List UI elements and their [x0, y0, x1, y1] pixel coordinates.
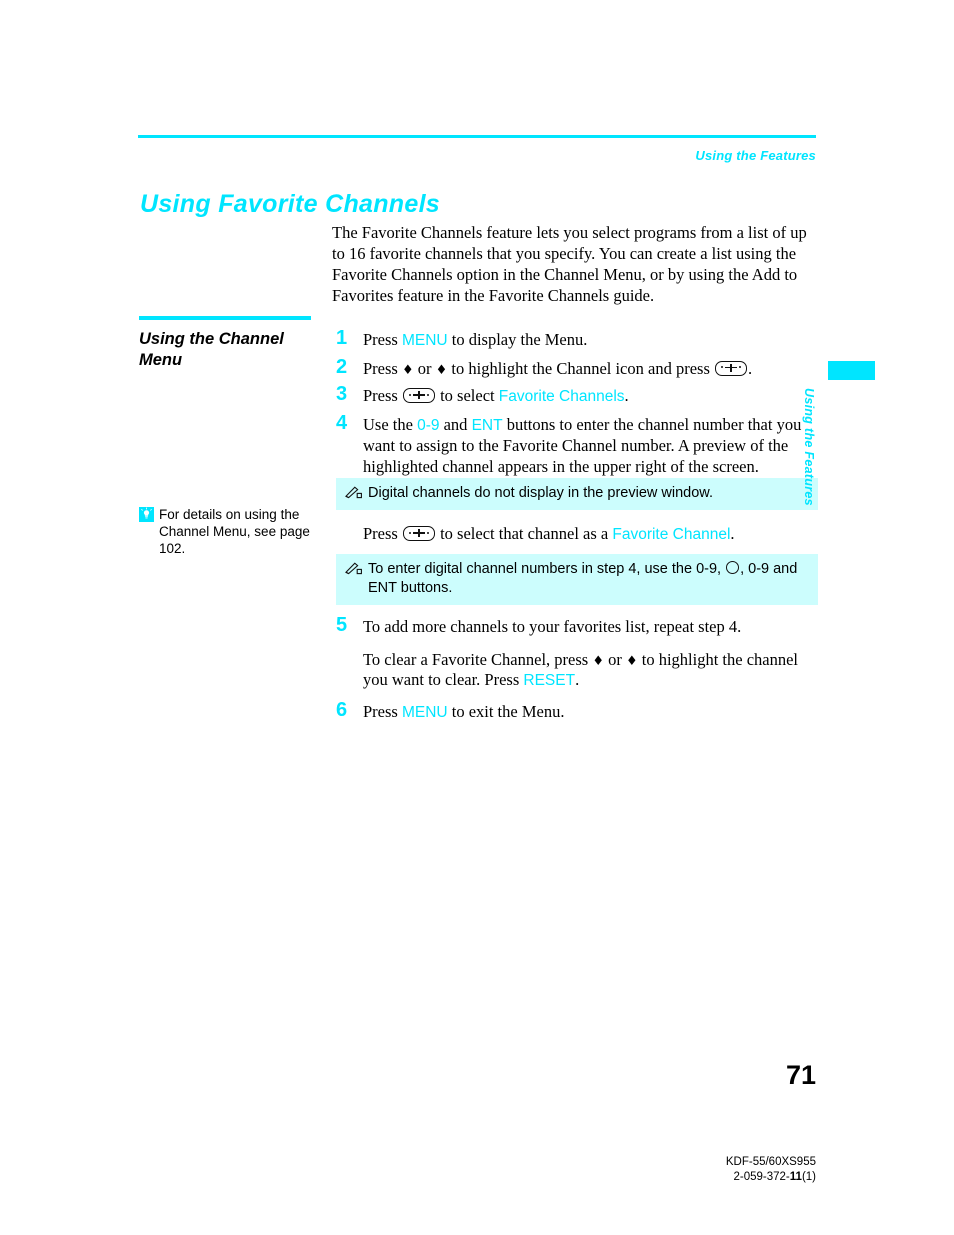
- midline-mid: to select that channel as a: [435, 524, 613, 543]
- running-head: Using the Features: [695, 148, 816, 163]
- step3-pre: Press: [363, 386, 402, 405]
- step-number: 6: [336, 698, 348, 721]
- model-number: KDF-55/60XS955: [725, 1156, 816, 1168]
- jog-dial-icon: [715, 360, 747, 376]
- doc-code-bold: 11: [789, 1171, 802, 1183]
- step-text: Use the 0-9 and ENT buttons to enter the…: [363, 415, 818, 478]
- page-title: Using Favorite Channels: [140, 190, 441, 218]
- keyword-0-9: 0-9: [417, 416, 440, 434]
- note-text-a: To enter digital channel numbers in step…: [368, 561, 726, 577]
- step-text: To add more channels to your favorites l…: [363, 617, 818, 692]
- step-1: 1 Press MENU to display the Menu.: [336, 327, 818, 352]
- arrow-down-icon: ♦: [435, 362, 448, 378]
- step4-pre: Use the: [363, 414, 418, 434]
- step-number: 4: [336, 411, 348, 434]
- step2-end: .: [748, 358, 753, 378]
- step4-mid: and: [439, 414, 472, 434]
- midline-pre: Press: [363, 524, 402, 543]
- step-6: 6 Press MENU to exit the Menu.: [336, 698, 818, 724]
- step3-post: .: [624, 386, 629, 405]
- pencil-note-icon: [345, 561, 362, 575]
- jog-dial-icon: [402, 526, 435, 541]
- step-text: Press MENU to display the Menu.: [363, 330, 818, 352]
- keyword-favorite-channel: Favorite Channel: [612, 526, 731, 543]
- step2-mid: or: [413, 358, 436, 378]
- tip-text: For details on using the Channel Menu, s…: [159, 507, 310, 556]
- doc-code-suffix: (1): [801, 1171, 816, 1183]
- keyword-favorite-channels: Favorite Channels: [498, 388, 625, 405]
- step5-d: .: [575, 670, 580, 689]
- header-rule: [138, 135, 816, 138]
- round-button-icon: [726, 561, 740, 574]
- inline-instruction: Press to select that channel as a Favori…: [363, 524, 818, 546]
- keyword-menu: MENU: [401, 332, 448, 349]
- step5-b: or: [603, 649, 626, 669]
- section-rule: [139, 316, 311, 320]
- step-4: 4 Use the 0-9 and ENT buttons to enter t…: [336, 411, 818, 478]
- step-2: 2 Press ♦ or ♦ to highlight the Channel …: [336, 355, 818, 380]
- step6-post: to exit the Menu.: [447, 701, 565, 721]
- note-box-1: Digital channels do not display in the p…: [336, 478, 818, 510]
- step6-pre: Press: [363, 701, 402, 721]
- step-5: 5 To add more channels to your favorites…: [336, 614, 818, 692]
- arrow-up-icon: ♦: [401, 362, 414, 378]
- steps-list-continued: 5 To add more channels to your favorites…: [336, 614, 818, 730]
- step-text: Press ♦ or ♦ to highlight the Channel ic…: [363, 359, 818, 380]
- note-box-2: To enter digital channel numbers in step…: [336, 554, 818, 605]
- page-number: 71: [785, 1060, 816, 1090]
- doc-code-prefix: 2-059-372-: [733, 1171, 790, 1183]
- document-code: 2-059-372-11(1): [726, 1170, 817, 1185]
- step1-post: to display the Menu.: [447, 330, 588, 349]
- arrow-down-icon: ♦: [625, 653, 638, 669]
- step-number: 1: [336, 327, 348, 349]
- keyword-ent: ENT: [471, 416, 503, 434]
- step-number: 5: [336, 614, 348, 636]
- section-heading: Using the Channel Menu: [139, 330, 284, 369]
- step2-pre: Press: [363, 358, 402, 378]
- lightbulb-icon: [139, 507, 154, 522]
- step5-a: To clear a Favorite Channel, press: [363, 649, 593, 669]
- step1-pre: Press: [363, 330, 402, 349]
- intro-paragraph: The Favorite Channels feature lets you s…: [332, 223, 807, 305]
- keyword-reset: RESET: [523, 672, 576, 689]
- step5-line-1: To add more channels to your favorites l…: [363, 617, 742, 636]
- colophon: KDF-55/60XS955 2-059-372-11(1): [726, 1155, 816, 1185]
- step2-post: to highlight the Channel icon and press: [447, 358, 714, 378]
- pencil-note-icon: [345, 485, 362, 499]
- step5-line-2: To clear a Favorite Channel, press ♦ or …: [363, 650, 818, 692]
- keyword-menu: MENU: [401, 703, 448, 721]
- step3-mid: to select: [435, 386, 499, 405]
- side-tab-label: Using the Features: [802, 388, 816, 506]
- tip-block: For details on using the Channel Menu, s…: [139, 506, 319, 557]
- steps-list: 1 Press MENU to display the Menu. 2 Pres…: [336, 327, 818, 484]
- manual-page: Using the Features Using Favorite Channe…: [0, 0, 954, 1235]
- note-text: Digital channels do not display in the p…: [368, 485, 713, 501]
- arrow-up-icon: ♦: [592, 653, 604, 669]
- step-text: Press MENU to exit the Menu.: [363, 702, 818, 724]
- jog-dial-icon: [402, 388, 435, 403]
- midline-post: .: [730, 524, 735, 543]
- step-number: 2: [336, 355, 348, 378]
- step-number: 3: [336, 383, 348, 405]
- side-tab-marker: [828, 361, 875, 380]
